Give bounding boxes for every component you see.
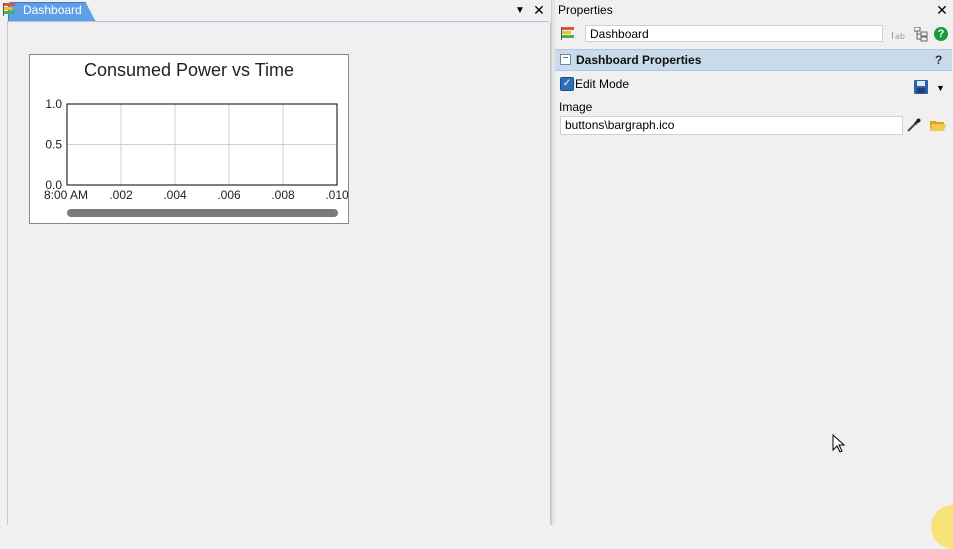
folder-icon[interactable]	[930, 119, 946, 132]
eyedropper-icon[interactable]	[906, 117, 922, 133]
y-tick-label: 0.5	[45, 138, 62, 152]
x-tick-label: .006	[217, 188, 241, 202]
properties-pane: Properties ✕ Dashboard I ab ? − Dashboar…	[555, 0, 953, 525]
edit-mode-checkbox[interactable]: ✓	[560, 77, 574, 91]
chart-grid	[67, 104, 337, 185]
object-name-field[interactable]: Dashboard	[585, 25, 883, 42]
pane-close-icon[interactable]: ✕	[532, 2, 546, 18]
y-tick-labels: 1.00.50.0	[45, 97, 62, 192]
properties-close-icon[interactable]: ✕	[935, 3, 949, 17]
section-header[interactable]: − Dashboard Properties ?	[555, 49, 952, 71]
x-tick-label: .010	[325, 188, 348, 202]
x-tick-label: .002	[109, 188, 133, 202]
section-title: Dashboard Properties	[576, 53, 702, 67]
tree-icon[interactable]	[913, 26, 928, 42]
x-tick-label: .004	[163, 188, 187, 202]
image-label: Image	[559, 100, 593, 114]
section-help-icon[interactable]: ?	[935, 53, 942, 67]
chart-widget[interactable]: 1.0 0.5 0.0 8:00 AM .002.004.006.008.010 Co…	[29, 54, 349, 224]
svg-text:I: I	[891, 31, 894, 42]
x-tick-label: .008	[271, 188, 295, 202]
x-tick-label: 8:00 AM	[44, 188, 88, 202]
y-tick-label: 1.0	[45, 97, 62, 111]
dashboard-pane: Dashboard ▼ ✕ 1.0 0.5 0.0 8:00 AM .002.004.…	[0, 0, 551, 525]
chart-scrollbar[interactable]	[67, 209, 338, 217]
label-icon[interactable]: I ab	[891, 28, 907, 42]
chart-title: Consumed Power vs Time	[83, 60, 295, 80]
dashboard-icon	[3, 3, 17, 16]
help-icon[interactable]: ?	[934, 27, 948, 41]
dashboard-object-icon	[561, 27, 575, 40]
mouse-cursor-icon	[832, 433, 846, 454]
save-icon[interactable]	[914, 80, 928, 94]
tab-dashboard-label: Dashboard	[23, 3, 82, 17]
pane-dropdown-icon[interactable]: ▼	[514, 5, 526, 17]
properties-title: Properties	[558, 3, 613, 17]
save-dropdown-icon[interactable]: ▼	[936, 83, 945, 93]
collapse-icon[interactable]: −	[560, 54, 571, 65]
x-tick-labels: 8:00 AM .002 .004 .006 .008 .010	[44, 188, 348, 202]
svg-text:ab: ab	[895, 32, 905, 41]
image-path-field[interactable]: buttons\bargraph.ico	[560, 116, 903, 135]
edit-mode-label[interactable]: Edit Mode	[575, 77, 629, 91]
